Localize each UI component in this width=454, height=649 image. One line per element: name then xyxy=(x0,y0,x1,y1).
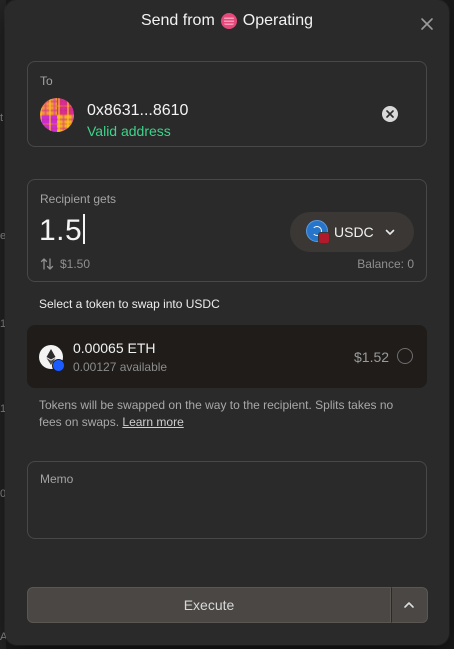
learn-more-link[interactable]: Learn more xyxy=(122,415,183,429)
address-status: Valid address xyxy=(87,123,171,139)
chevron-down-icon xyxy=(385,229,395,235)
usd-value: $1.50 xyxy=(60,257,91,271)
execute-button[interactable]: Execute xyxy=(27,587,391,623)
amount-input[interactable]: 1.5 xyxy=(39,214,85,248)
option-radio[interactable] xyxy=(397,348,413,364)
option-usd-value: $1.52 xyxy=(354,349,390,365)
title-prefix: Send from xyxy=(140,12,215,29)
memo-label: Memo xyxy=(40,472,74,486)
close-button[interactable] xyxy=(419,16,435,32)
swap-token-option[interactable]: 0.00065 ETH 0.00127 available $1.52 xyxy=(27,325,427,388)
memo-input[interactable]: Memo xyxy=(27,461,427,539)
chain-badge-icon xyxy=(318,232,330,244)
option-available: 0.00127 available xyxy=(73,360,168,374)
token-name: USDC xyxy=(334,224,374,240)
text-caret xyxy=(83,214,85,244)
recipient-address: 0x8631...8610 xyxy=(87,102,189,119)
usd-toggle[interactable]: $1.50 xyxy=(40,257,90,271)
option-amount: 0.00065 ETH xyxy=(73,340,156,356)
swap-note: Tokens will be swapped on the way to the… xyxy=(39,397,419,431)
address-avatar xyxy=(40,98,74,132)
chain-badge-icon xyxy=(52,359,65,372)
token-select-button[interactable]: USDC xyxy=(290,212,414,252)
to-field[interactable]: To 0x8631...8610 Valid address xyxy=(27,61,427,147)
token-balance: Balance: 0 xyxy=(357,257,414,271)
swap-note-text: Tokens will be swapped on the way to the… xyxy=(39,398,394,429)
recipient-gets-label: Recipient gets xyxy=(40,192,117,206)
close-icon xyxy=(421,18,433,30)
chevron-up-icon xyxy=(404,602,414,608)
safe-icon xyxy=(220,13,237,29)
modal-title: Send from Operating xyxy=(141,12,313,30)
swap-arrows-icon xyxy=(40,258,54,270)
recipient-gets-field: Recipient gets 1.5 USDC $1.50 Balance: 0 xyxy=(27,179,427,282)
swap-section-title: Select a token to swap into USDC xyxy=(39,297,220,311)
account-name: Operating xyxy=(242,12,314,29)
send-modal: Send from Operating To 0x8631...8610 Val… xyxy=(5,0,449,645)
clear-icon xyxy=(386,110,394,118)
modal-header: Send from Operating xyxy=(5,12,449,38)
execute-options-button[interactable] xyxy=(391,587,428,623)
clear-address-button[interactable] xyxy=(382,106,398,122)
to-label: To xyxy=(40,74,53,88)
amount-value: 1.5 xyxy=(39,214,83,247)
